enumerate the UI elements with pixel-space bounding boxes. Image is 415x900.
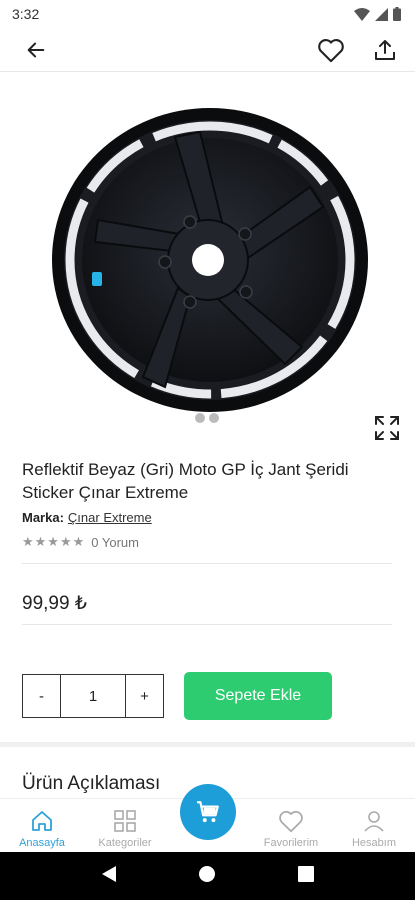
user-icon <box>362 807 386 835</box>
nav-label-account: Hesabım <box>351 837 397 849</box>
product-image[interactable] <box>40 92 380 432</box>
add-to-cart-button[interactable]: Sepete Ekle <box>184 672 332 720</box>
product-price: 99,99 ₺ <box>22 593 87 614</box>
share-button[interactable] <box>369 34 401 66</box>
back-button[interactable] <box>20 34 52 66</box>
grid-icon <box>113 807 137 835</box>
review-count[interactable]: 0 Yorum <box>91 535 139 550</box>
system-recents-button[interactable] <box>298 865 315 887</box>
nav-label-home: Anasayfa <box>19 837 65 849</box>
nav-label-categories: Kategoriler <box>98 837 152 849</box>
share-icon <box>375 39 395 60</box>
wheel-image <box>52 108 368 423</box>
expand-icon <box>375 416 399 440</box>
quantity-decrease-button[interactable]: - <box>23 675 61 717</box>
divider <box>22 624 392 625</box>
rating-stars: ★★★★★ <box>22 534 86 549</box>
nav-item-home[interactable]: Anasayfa <box>2 799 82 853</box>
home-icon <box>30 807 54 835</box>
wifi-icon <box>354 7 370 21</box>
arrow-left-icon <box>27 42 45 57</box>
brand-label: Marka: <box>22 510 64 525</box>
product-title: Reflektif Beyaz (Gri) Moto GP İç Jant Şe… <box>22 460 349 502</box>
battery-icon <box>393 7 401 21</box>
system-back-button[interactable] <box>101 865 117 888</box>
cart-button[interactable] <box>180 784 236 840</box>
brand-link[interactable]: Çınar Extreme <box>68 510 152 525</box>
rating-row: ★★★★★ 0 Yorum <box>22 534 139 550</box>
cart-icon <box>197 801 219 823</box>
signal-icon <box>375 7 388 21</box>
circle-home-icon <box>199 865 216 882</box>
system-nav-bar <box>0 852 415 900</box>
square-recents-icon <box>298 865 315 882</box>
nav-label-favorites: Favorilerim <box>263 837 319 849</box>
nav-item-account[interactable]: Hesabım <box>334 799 414 853</box>
favorite-button[interactable] <box>315 34 347 66</box>
app-bar-actions <box>315 34 401 66</box>
expand-image-button[interactable] <box>372 413 404 445</box>
description-title: Ürün Açıklaması <box>22 773 161 794</box>
status-icons <box>354 7 401 21</box>
brand-row: Marka: Çınar Extreme <box>22 510 152 525</box>
nav-item-favorites[interactable]: Favorilerim <box>251 799 331 853</box>
system-home-button[interactable] <box>198 865 216 888</box>
heart-outline-icon <box>318 38 344 62</box>
heart-icon <box>278 807 304 835</box>
nav-item-categories[interactable]: Kategoriler <box>85 799 165 853</box>
quantity-increase-button[interactable]: + <box>125 675 163 717</box>
quantity-value[interactable]: 1 <box>61 675 125 717</box>
section-separator <box>0 742 415 747</box>
divider <box>22 563 392 564</box>
status-time: 3:32 <box>12 6 40 22</box>
quantity-stepper: - 1 + <box>22 674 164 718</box>
triangle-back-icon <box>101 865 116 882</box>
status-bar: 3:32 <box>0 0 415 28</box>
app-bar <box>0 28 415 72</box>
